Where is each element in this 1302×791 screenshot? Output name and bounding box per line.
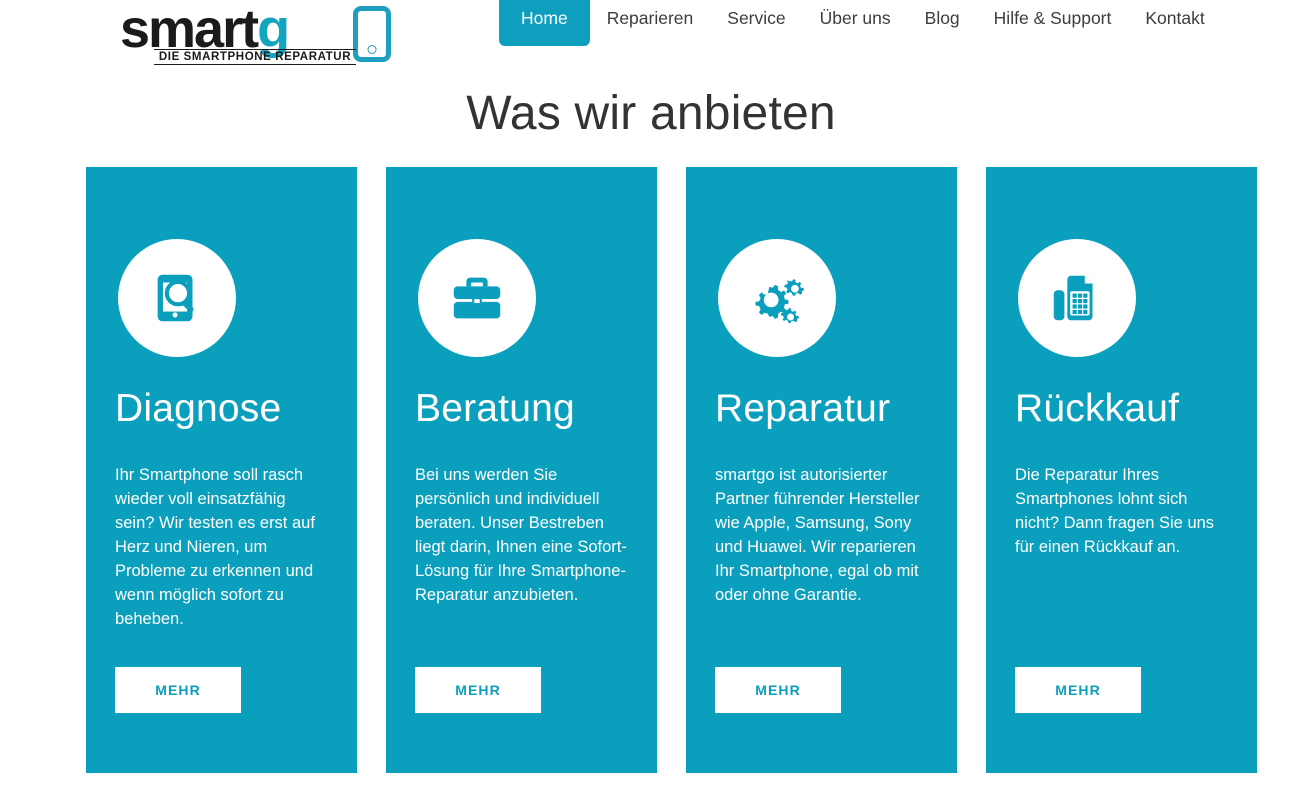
card-body-reparatur: smartgo ist autorisierter Partner führen… — [715, 466, 920, 604]
nav-item-service[interactable]: Service — [710, 0, 802, 38]
service-card-beratung[interactable]: Beratung Bei uns werden Sie persönlich u… — [386, 167, 657, 773]
cash-register-icon — [1018, 239, 1136, 357]
site-logo[interactable]: smartg DIE SMARTPHONE REPARATUR — [120, 2, 391, 68]
service-card-rueckkauf[interactable]: Rückkauf Die Reparatur Ihres Smartphones… — [986, 167, 1257, 773]
mehr-button-diagnose[interactable]: MEHR — [115, 667, 241, 713]
logo-tagline: DIE SMARTPHONE REPARATUR — [154, 49, 356, 65]
card-body-beratung: Bei uns werden Sie persönlich und indivi… — [415, 466, 627, 604]
mehr-button-beratung[interactable]: MEHR — [415, 667, 541, 713]
card-title-diagnose: Diagnose — [115, 387, 282, 430]
service-card-diagnose[interactable]: Diagnose Ihr Smartphone soll rasch wiede… — [86, 167, 357, 773]
nav-item-kontakt[interactable]: Kontakt — [1128, 0, 1221, 38]
smartphone-magnifier-icon — [118, 239, 236, 357]
nav-item-hilfe-support[interactable]: Hilfe & Support — [977, 0, 1129, 38]
main-navigation: Home Reparieren Service Über uns Blog Hi… — [499, 0, 1222, 46]
card-body-diagnose: Ihr Smartphone soll rasch wieder voll ei… — [115, 466, 315, 628]
logo-phone-icon — [353, 6, 391, 62]
nav-item-home[interactable]: Home — [499, 0, 590, 46]
nav-item-ueber-uns[interactable]: Über uns — [803, 0, 908, 38]
briefcase-icon — [418, 239, 536, 357]
logo-wordmark: smartg — [120, 2, 290, 56]
mehr-button-rueckkauf[interactable]: MEHR — [1015, 667, 1141, 713]
card-title-rueckkauf: Rückkauf — [1015, 387, 1180, 430]
card-title-beratung: Beratung — [415, 387, 575, 430]
page-title: Was wir anbieten — [466, 87, 836, 140]
nav-item-reparieren[interactable]: Reparieren — [590, 0, 711, 38]
service-cards: Diagnose Ihr Smartphone soll rasch wiede… — [86, 167, 1257, 773]
site-header: smartg DIE SMARTPHONE REPARATUR Home Rep… — [0, 0, 1302, 72]
card-body-rueckkauf: Die Reparatur Ihres Smartphones lohnt si… — [1015, 466, 1215, 556]
service-card-reparatur[interactable]: Reparatur smartgo ist autorisierter Part… — [686, 167, 957, 773]
card-title-reparatur: Reparatur — [715, 387, 891, 430]
gears-icon — [718, 239, 836, 357]
mehr-button-reparatur[interactable]: MEHR — [715, 667, 841, 713]
nav-item-blog[interactable]: Blog — [908, 0, 977, 38]
